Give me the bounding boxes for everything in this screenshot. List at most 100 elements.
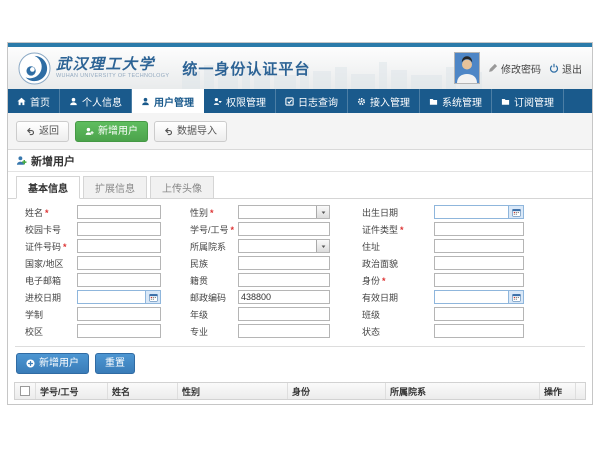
grade-input[interactable] [238,307,330,321]
email-input[interactable] [77,273,161,287]
main-nav: 首页个人信息用户管理权限管理 日志查询接入管理 系统管理订阅管理 [8,89,592,113]
nav-tab-label: 首页 [30,94,50,109]
gender-value[interactable] [239,206,316,218]
id-number-value[interactable] [78,240,160,252]
birth-date-value[interactable] [435,206,508,218]
postal-code-input[interactable] [238,290,330,304]
logout-link[interactable]: 退出 [549,61,582,76]
field-label: 所属院系 [190,240,238,253]
nav-tab-user-management[interactable]: 用户管理 [132,89,204,113]
reset-button[interactable]: 重置 [95,353,135,374]
id-type-label-text: 证件类型 [362,225,398,235]
submit-add-user-button[interactable]: 新增用户 [16,353,89,374]
nav-tab-access-management[interactable]: 接入管理 [348,89,420,113]
id-type-input[interactable] [434,222,524,236]
political-status-input[interactable] [434,256,524,270]
tab-basic-info[interactable]: 基本信息 [16,176,80,199]
field-label: 姓名* [25,206,77,219]
identity-input[interactable] [434,273,524,287]
education-length-value[interactable] [78,308,160,320]
entry-date-value[interactable] [78,291,145,303]
page-title: 统一身份认证平台 [182,58,310,79]
pencil-icon [488,63,498,73]
identity-value[interactable] [435,274,523,286]
permission-icon [213,97,222,106]
nav-tab-profile[interactable]: 个人信息 [60,89,132,113]
tab-upload-avatar[interactable]: 上传头像 [150,176,214,199]
department-select[interactable] [238,239,330,253]
id-number-input[interactable] [77,239,161,253]
add-user-section-icon [16,155,27,166]
chevron-down-icon[interactable] [316,240,329,252]
nav-tab-label: 日志查询 [298,94,338,109]
field-label: 住址 [362,240,434,253]
valid-date-date-field[interactable] [434,290,524,304]
student-employee-id-input[interactable] [238,222,330,236]
nav-tab-system-management[interactable]: 系统管理 [420,89,492,113]
campus-card-no-value[interactable] [78,223,160,235]
native-place-value[interactable] [239,274,329,286]
native-place-label-text: 籍贯 [190,276,208,286]
calendar-icon[interactable] [508,206,523,218]
campus-card-no-input[interactable] [77,222,161,236]
education-length-input[interactable] [77,307,161,321]
valid-date-value[interactable] [435,291,508,303]
calendar-icon[interactable] [508,291,523,303]
import-arrow-icon [164,127,173,136]
major-value[interactable] [239,325,329,337]
required-marker: * [231,225,235,235]
column-header-3: 性别 [177,383,287,399]
full-name-input[interactable] [77,205,161,219]
chevron-down-icon[interactable] [316,206,329,218]
address-value[interactable] [435,240,523,252]
address-input[interactable] [434,239,524,253]
change-password-link[interactable]: 修改密码 [488,61,541,76]
political-status-value[interactable] [435,257,523,269]
ethnicity-input[interactable] [238,256,330,270]
full-name-label-text: 姓名 [25,208,43,218]
calendar-icon[interactable] [145,291,160,303]
back-button[interactable]: 返回 [16,121,69,142]
country-region-value[interactable] [78,257,160,269]
native-place-input[interactable] [238,273,330,287]
required-marker: * [63,242,67,252]
add-user-button[interactable]: 新增用户 [75,121,148,142]
full-name-value[interactable] [78,206,160,218]
grade-value[interactable] [239,308,329,320]
select-all-checkbox[interactable] [20,386,30,396]
nav-tab-home[interactable]: 首页 [8,89,60,113]
entry-date-label-text: 进校日期 [25,293,61,303]
field-department: 所属院系 [190,239,362,253]
nav-tab-log-query[interactable]: 日志查询 [276,89,348,113]
submit-label: 新增用户 [39,358,79,369]
major-input[interactable] [238,324,330,338]
email-value[interactable] [78,274,160,286]
user-icon [69,97,78,106]
student-employee-id-value[interactable] [239,223,329,235]
field-label: 有效日期 [362,291,434,304]
toolbar: 返回 新增用户 数据导入 [8,113,592,150]
tab-extended-info[interactable]: 扩展信息 [83,176,147,199]
class-input[interactable] [434,307,524,321]
data-import-button[interactable]: 数据导入 [154,121,227,142]
department-value[interactable] [239,240,316,252]
nav-tab-permission-management[interactable]: 权限管理 [204,89,276,113]
entry-date-date-field[interactable] [77,290,161,304]
ethnicity-value[interactable] [239,257,329,269]
status-value[interactable] [435,325,523,337]
nav-tab-label: 系统管理 [442,94,482,109]
campus-value[interactable] [78,325,160,337]
campus-input[interactable] [77,324,161,338]
gender-select[interactable] [238,205,330,219]
postal-code-value[interactable] [239,291,329,303]
class-value[interactable] [435,308,523,320]
country-region-input[interactable] [77,256,161,270]
status-input[interactable] [434,324,524,338]
plus-circle-icon [26,359,35,368]
nav-tab-subscription-management[interactable]: 订阅管理 [492,89,564,113]
field-id-number: 证件号码* [25,239,190,253]
id-type-value[interactable] [435,223,523,235]
valid-date-label-text: 有效日期 [362,293,398,303]
birth-date-date-field[interactable] [434,205,524,219]
university-name-block: 武汉理工大学 WUHAN UNIVERSITY OF TECHNOLOGY [56,57,169,80]
